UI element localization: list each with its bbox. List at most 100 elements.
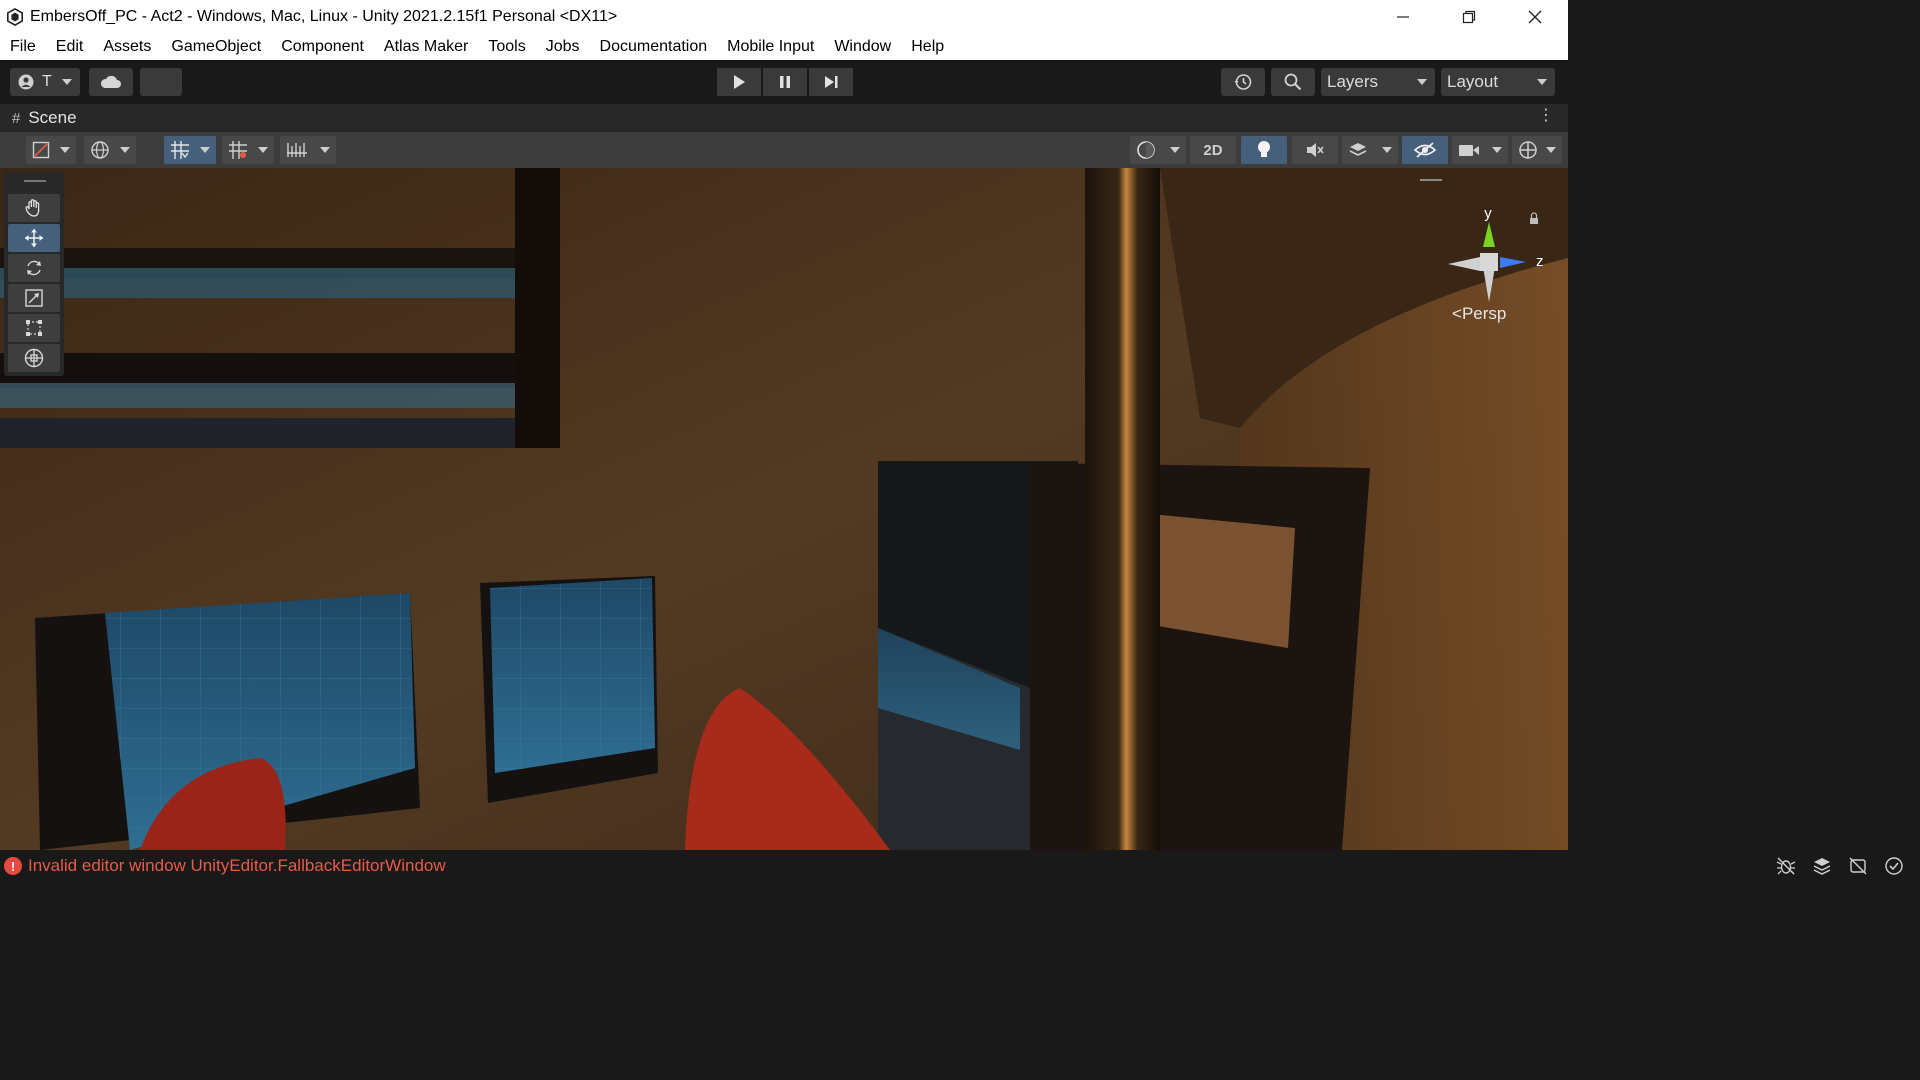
- check-icon[interactable]: [1876, 855, 1912, 877]
- scale-tool-button[interactable]: [8, 284, 60, 312]
- error-icon: !: [4, 857, 22, 875]
- scene-tab[interactable]: # Scene ⋮: [0, 104, 1568, 132]
- lock-icon[interactable]: [1530, 212, 1538, 224]
- chevron-down-icon: [1492, 147, 1502, 153]
- hand-tool-button[interactable]: [8, 194, 60, 222]
- scale-icon: [25, 289, 43, 307]
- menu-file[interactable]: File: [10, 38, 36, 56]
- chevron-down-icon: [1537, 79, 1547, 85]
- chevron-down-icon: [200, 147, 210, 153]
- unity-logo-icon: [6, 8, 24, 26]
- panel-drag-handle[interactable]: [24, 180, 46, 182]
- combined-transform-icon: [24, 348, 44, 368]
- lightbulb-icon: [1258, 141, 1270, 157]
- ruler-dropdown[interactable]: [280, 136, 336, 164]
- play-button[interactable]: [717, 68, 761, 96]
- 2d-mode-toggle[interactable]: 2D: [1190, 136, 1236, 164]
- audio-toggle[interactable]: [1292, 136, 1338, 164]
- global-local-dropdown[interactable]: [84, 136, 136, 164]
- layers-label: Layers: [1327, 72, 1379, 91]
- collab-button[interactable]: [140, 68, 182, 96]
- ruler-icon: [287, 143, 307, 157]
- globe-icon: [91, 141, 109, 159]
- close-icon[interactable]: [1502, 0, 1568, 34]
- scene-render: [0, 168, 1568, 850]
- menu-mobile-input[interactable]: Mobile Input: [727, 38, 814, 56]
- status-icons: [1768, 855, 1912, 877]
- projection-label: Persp: [1461, 304, 1507, 323]
- gizmos-icon: [1519, 141, 1537, 159]
- draw-mode-dropdown[interactable]: [26, 136, 76, 164]
- chevron-down-icon: [1382, 147, 1392, 153]
- gizmo-z-label: z: [1536, 253, 1544, 270]
- chevron-down-icon: [1546, 147, 1556, 153]
- bug-icon[interactable]: [1768, 855, 1804, 877]
- menu-bar: File Edit Assets GameObject Component At…: [0, 34, 1568, 60]
- move-tool-button[interactable]: [8, 224, 60, 252]
- restore-icon[interactable]: [1436, 0, 1502, 34]
- layers-dropdown[interactable]: Layers: [1321, 68, 1435, 96]
- transform-tool-button[interactable]: [8, 344, 60, 372]
- menu-window[interactable]: Window: [834, 38, 891, 56]
- sphere-shading-icon: [1137, 141, 1155, 159]
- rect-transform-icon: [26, 320, 42, 336]
- account-dropdown[interactable]: T: [10, 68, 80, 96]
- search-icon: [1284, 73, 1302, 91]
- layers-icon[interactable]: [1804, 855, 1840, 877]
- chevron-down-icon: [60, 147, 70, 153]
- status-bar: ! Invalid editor window UnityEditor.Fall…: [0, 850, 1568, 882]
- window-title: EmbersOff_PC - Act2 - Windows, Mac, Linu…: [30, 8, 618, 25]
- scene-viewport[interactable]: [0, 168, 1568, 850]
- menu-documentation[interactable]: Documentation: [600, 38, 708, 56]
- transform-tools-panel: [4, 172, 64, 376]
- rect-tool-button[interactable]: [8, 314, 60, 342]
- chevron-down-icon: [320, 147, 330, 153]
- layout-dropdown[interactable]: Layout: [1441, 68, 1555, 96]
- history-button[interactable]: [1221, 68, 1265, 96]
- grid-snap-icon: [171, 141, 189, 159]
- minimize-icon[interactable]: [1370, 0, 1436, 34]
- menu-atlas-maker[interactable]: Atlas Maker: [384, 38, 468, 56]
- pause-button[interactable]: [763, 68, 807, 96]
- eye-slash-icon: [1413, 142, 1437, 158]
- chevron-left-icon: <: [1452, 304, 1462, 323]
- menu-component[interactable]: Component: [281, 38, 364, 56]
- pause-icon: [780, 76, 790, 88]
- lighting-toggle[interactable]: [1241, 136, 1287, 164]
- cloud-button[interactable]: [89, 68, 133, 96]
- account-icon: [18, 74, 34, 90]
- scene-toolbar: 2D: [0, 132, 1568, 168]
- chevron-down-icon: [61, 79, 72, 85]
- grid-snap-toggle[interactable]: [164, 136, 216, 164]
- step-button[interactable]: [809, 68, 853, 96]
- play-controls: [717, 68, 855, 96]
- search-button[interactable]: [1271, 68, 1315, 96]
- step-icon: [825, 76, 838, 88]
- projection-toggle[interactable]: <Persp: [1452, 304, 1506, 324]
- rotate-icon: [27, 260, 41, 276]
- menu-gameobject[interactable]: GameObject: [171, 38, 261, 56]
- menu-edit[interactable]: Edit: [56, 38, 84, 56]
- history-icon: [1234, 74, 1252, 90]
- shading-dropdown[interactable]: [1130, 136, 1186, 164]
- gizmos-dropdown[interactable]: [1512, 136, 1562, 164]
- gizmo-y-label: y: [1484, 205, 1492, 222]
- menu-jobs[interactable]: Jobs: [546, 38, 580, 56]
- chevron-down-icon: [258, 147, 268, 153]
- more-options-icon[interactable]: ⋮: [1538, 108, 1554, 124]
- effects-layers-icon: [1349, 143, 1367, 156]
- menu-assets[interactable]: Assets: [103, 38, 151, 56]
- camera-dropdown[interactable]: [1452, 136, 1508, 164]
- menu-help[interactable]: Help: [911, 38, 944, 56]
- cloud-icon: [100, 75, 121, 88]
- no-debug-icon[interactable]: [1840, 855, 1876, 877]
- effects-dropdown[interactable]: [1342, 136, 1398, 164]
- play-icon: [734, 75, 745, 89]
- rotate-tool-button[interactable]: [8, 254, 60, 282]
- console-error-message[interactable]: Invalid editor window UnityEditor.Fallba…: [28, 856, 446, 876]
- increment-snap-dropdown[interactable]: [222, 136, 274, 164]
- layout-label: Layout: [1447, 72, 1499, 91]
- hidden-objects-toggle[interactable]: [1402, 136, 1448, 164]
- menu-tools[interactable]: Tools: [488, 38, 525, 56]
- chevron-down-icon: [1170, 147, 1180, 153]
